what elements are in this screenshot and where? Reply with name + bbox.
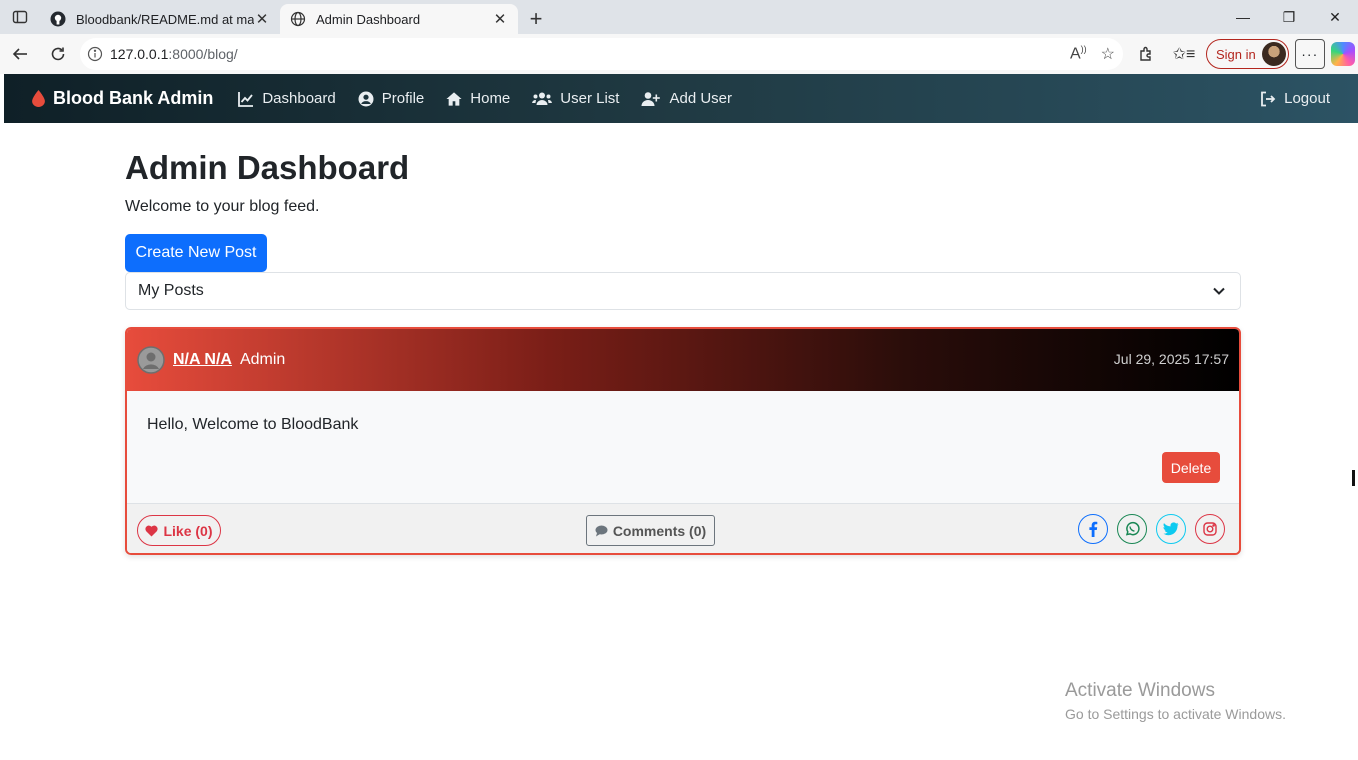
favorite-star-icon[interactable]: ☆	[1101, 44, 1115, 64]
extensions-icon[interactable]	[1130, 38, 1162, 70]
nav-dashboard[interactable]: Dashboard	[227, 74, 346, 123]
page-viewport: Blood Bank Admin Dashboard Profile Home …	[4, 74, 1358, 760]
post-card: N/A N/A Admin Jul 29, 2025 17:57 Hello, …	[125, 327, 1241, 555]
browser-tab-admin[interactable]: Admin Dashboard ✕	[280, 4, 518, 34]
back-icon[interactable]	[2, 36, 38, 72]
browser-tab-bar: Bloodbank/README.md at main · ✕ Admin Da…	[0, 0, 1358, 34]
more-options-icon[interactable]: ···	[1294, 39, 1325, 69]
restore-icon[interactable]: ❐	[1266, 0, 1312, 34]
nav-label: User List	[560, 90, 620, 107]
nav-profile[interactable]: Profile	[347, 74, 436, 123]
post-footer: Like (0) Comments (0)	[127, 503, 1239, 553]
github-icon	[50, 11, 66, 27]
site-info-icon[interactable]	[80, 46, 110, 62]
chevron-down-icon	[1213, 287, 1225, 295]
twitter-icon[interactable]	[1156, 514, 1186, 544]
nav-label: Home	[470, 90, 511, 107]
user-circle-icon	[358, 91, 374, 107]
url-path: :8000/blog/	[168, 46, 238, 62]
reload-icon[interactable]	[40, 36, 76, 72]
sign-in-label: Sign in	[1216, 46, 1256, 62]
delete-post-button[interactable]: Delete	[1162, 452, 1220, 483]
page-title: Admin Dashboard	[125, 149, 410, 186]
minimize-icon[interactable]: —	[1220, 0, 1266, 34]
globe-icon	[290, 11, 306, 27]
comments-button[interactable]: Comments (0)	[586, 515, 715, 546]
watermark-subtitle: Go to Settings to activate Windows.	[1065, 706, 1286, 722]
post-header: N/A N/A Admin Jul 29, 2025 17:57	[127, 329, 1239, 391]
user-plus-icon	[641, 91, 661, 107]
nav-home[interactable]: Home	[435, 74, 521, 123]
tab-actions-icon[interactable]	[0, 0, 40, 34]
logout-link[interactable]: Logout	[1260, 74, 1330, 123]
users-icon	[532, 91, 553, 107]
post-text: Hello, Welcome to BloodBank	[147, 416, 359, 433]
read-aloud-icon[interactable]: A))	[1070, 44, 1087, 63]
heart-icon	[145, 525, 159, 536]
browser-tab-readme[interactable]: Bloodbank/README.md at main · ✕	[40, 4, 280, 34]
post-filter-value: My Posts	[138, 282, 204, 299]
logout-icon	[1260, 91, 1276, 107]
like-label: Like (0)	[163, 522, 213, 539]
close-tab-icon[interactable]: ✕	[254, 11, 270, 28]
url-host: 127.0.0.1	[110, 46, 169, 62]
home-icon	[446, 91, 462, 107]
new-tab-icon[interactable]: +	[518, 4, 554, 34]
watermark-title: Activate Windows	[1065, 680, 1215, 701]
windows-activation-watermark: Activate Windows Go to Settings to activ…	[1065, 680, 1286, 722]
post-date: Jul 29, 2025 17:57	[1113, 351, 1229, 367]
page-lead: Welcome to your blog feed.	[125, 198, 320, 215]
post-author-link[interactable]: N/A N/A	[173, 351, 232, 369]
profile-avatar	[1261, 42, 1286, 66]
brand-label: Blood Bank Admin	[53, 88, 214, 108]
post-filter-select[interactable]: My Posts	[125, 272, 1241, 310]
navbar-brand[interactable]: Blood Bank Admin	[32, 88, 213, 109]
text-cursor	[1352, 470, 1355, 486]
create-post-button[interactable]: Create New Post	[125, 234, 267, 272]
nav-add-user[interactable]: Add User	[630, 74, 743, 123]
share-buttons	[1078, 514, 1225, 544]
facebook-icon[interactable]	[1078, 514, 1108, 544]
post-body: Hello, Welcome to BloodBank Delete	[127, 391, 1239, 503]
instagram-icon[interactable]	[1195, 514, 1225, 544]
nav-label: Dashboard	[262, 90, 336, 107]
browser-tab-title: Bloodbank/README.md at main ·	[76, 11, 254, 27]
like-button[interactable]: Like (0)	[137, 515, 221, 546]
copilot-icon[interactable]	[1330, 42, 1355, 66]
window-controls: — ❐ ✕	[1220, 0, 1358, 34]
close-tab-icon[interactable]: ✕	[492, 11, 508, 28]
close-window-icon[interactable]: ✕	[1312, 0, 1358, 34]
url-field[interactable]: 127.0.0.1:8000/blog/ A)) ☆	[80, 38, 1123, 70]
favorites-icon[interactable]: ✩≡	[1168, 38, 1200, 70]
whatsapp-icon[interactable]	[1117, 514, 1147, 544]
browser-tab-title: Admin Dashboard	[316, 11, 421, 27]
sign-in-button[interactable]: Sign in	[1206, 39, 1289, 69]
nav-user-list[interactable]: User List	[521, 74, 630, 123]
nav-label: Add User	[669, 90, 732, 107]
comment-icon	[595, 525, 608, 536]
app-navbar: Blood Bank Admin Dashboard Profile Home …	[4, 74, 1358, 123]
nav-label: Profile	[381, 90, 425, 107]
avatar	[137, 346, 165, 374]
browser-address-bar: 127.0.0.1:8000/blog/ A)) ☆ ✩≡ Sign in ··…	[0, 34, 1358, 74]
comments-label: Comments (0)	[612, 522, 707, 539]
post-author-role: Admin	[239, 351, 286, 368]
logout-label: Logout	[1284, 90, 1330, 107]
blood-drop-icon	[32, 90, 45, 107]
chart-line-icon	[238, 91, 254, 107]
